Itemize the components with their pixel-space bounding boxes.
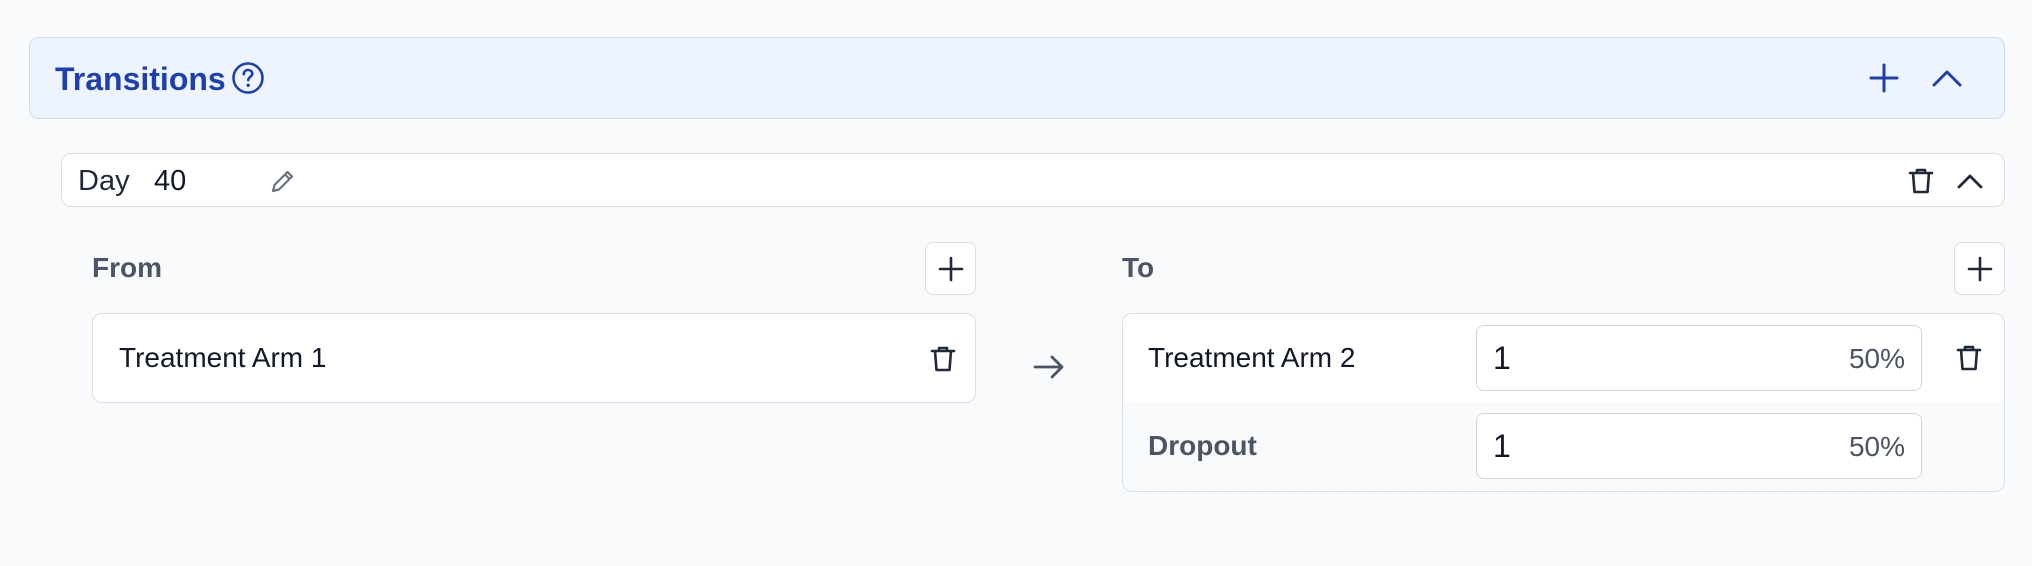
allocation-value: 1 (1493, 340, 1511, 376)
delete-to-arm-button[interactable] (1953, 342, 1985, 374)
day-label: Day (78, 165, 130, 197)
add-transition-button[interactable] (1865, 59, 1903, 97)
plus-icon (1967, 256, 1992, 281)
transitions-section-header: Transitions (29, 37, 2005, 119)
allocation-percent: 50% (1848, 343, 1905, 374)
to-arm-name: Treatment Arm 2 (1148, 342, 1356, 373)
add-to-button[interactable] (1954, 242, 2005, 295)
collapse-section-button[interactable] (1928, 59, 1966, 97)
from-title: From (92, 252, 162, 283)
delete-day-button[interactable] (1905, 165, 1937, 197)
from-arm-card: Treatment Arm 1 (92, 313, 976, 403)
day-row: Day 40 (61, 153, 2005, 207)
dropout-allocation-input[interactable]: 1 50% (1476, 413, 1922, 479)
section-title: Transitions (55, 61, 226, 97)
allocation-value: 1 (1493, 428, 1511, 464)
arrow-right-icon (1031, 349, 1067, 385)
dropout-row: Dropout 1 50% (1123, 402, 2004, 491)
allocation-percent: 50% (1848, 431, 1905, 462)
pencil-icon[interactable] (268, 166, 298, 196)
add-from-button[interactable] (925, 242, 976, 295)
dropout-name: Dropout (1148, 430, 1257, 461)
collapse-day-button[interactable] (1953, 164, 1987, 198)
day-value[interactable]: 40 (154, 164, 254, 198)
from-arm-name: Treatment Arm 1 (119, 342, 327, 373)
allocation-input[interactable]: 1 50% (1476, 325, 1922, 391)
plus-icon (938, 256, 963, 281)
delete-from-arm-button[interactable] (927, 343, 959, 375)
to-arms-card: Treatment Arm 2 1 50% Dropout 1 50% (1122, 313, 2005, 492)
to-title: To (1122, 252, 1155, 283)
help-icon[interactable] (231, 61, 265, 95)
